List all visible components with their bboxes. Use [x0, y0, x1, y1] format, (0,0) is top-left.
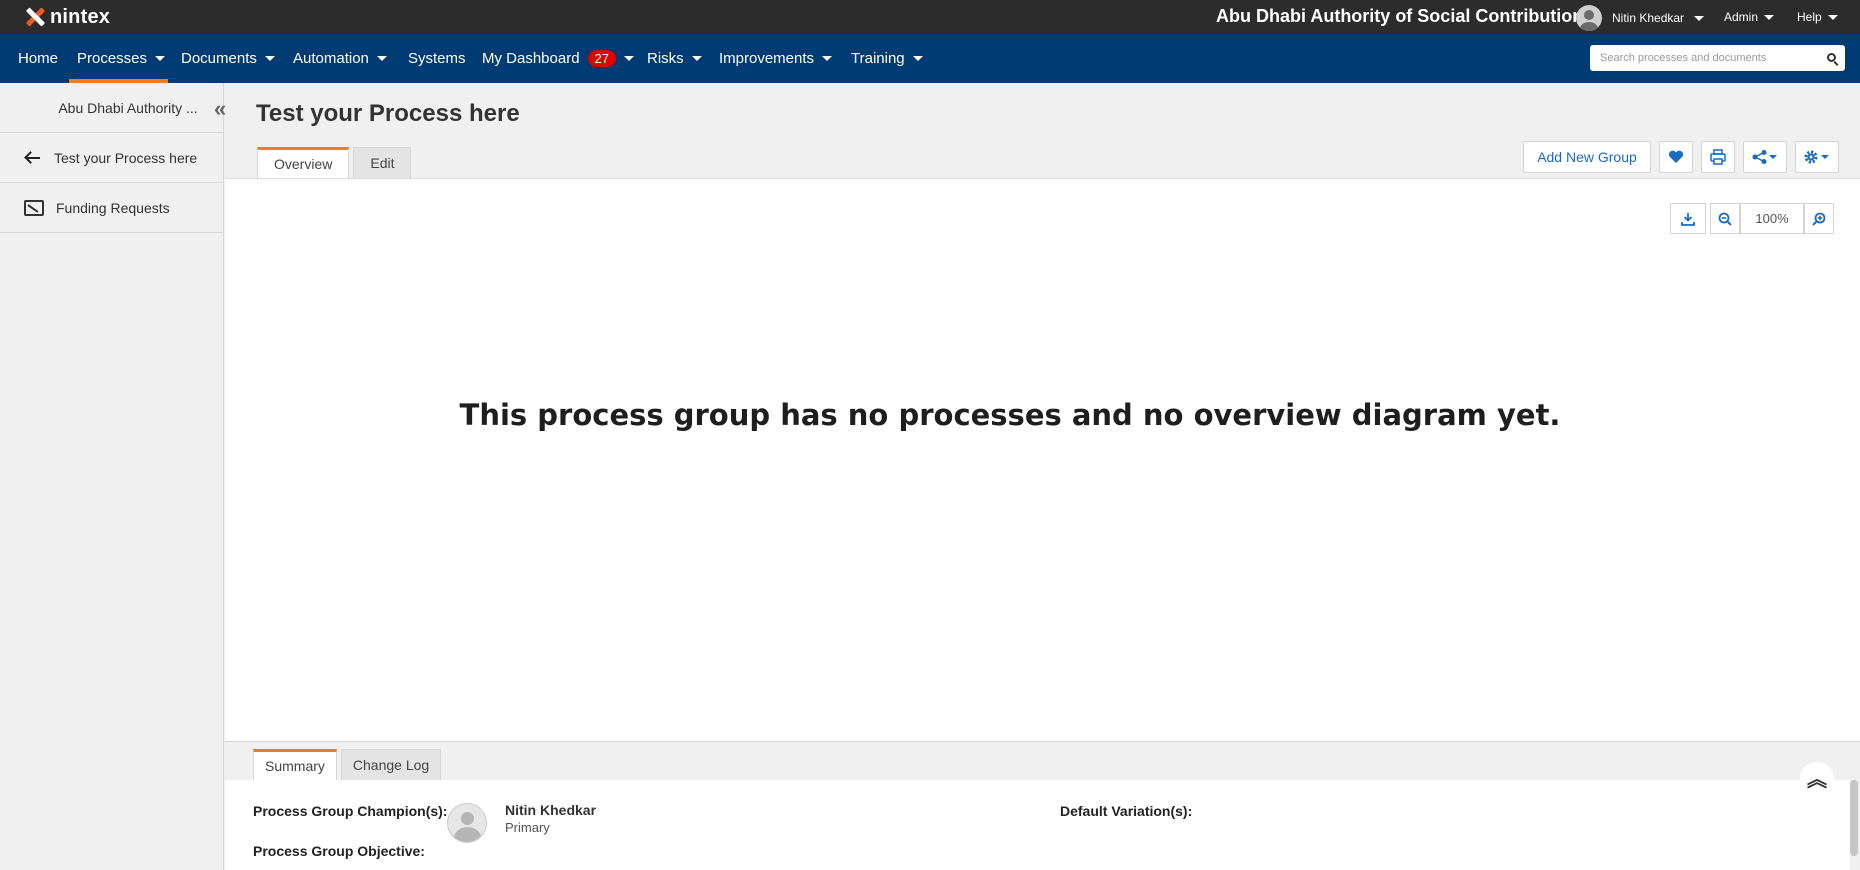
scrollbar[interactable]: [1850, 780, 1858, 856]
chevron-down-icon: [912, 56, 923, 61]
nav-label: Home: [18, 50, 59, 67]
search-icon[interactable]: [1827, 53, 1836, 62]
zoom-controls: 100%: [1670, 203, 1834, 234]
champion-label: Process Group Champion(s):: [253, 803, 448, 819]
sidebar-item-funding-requests[interactable]: Funding Requests: [0, 183, 224, 233]
sidebar-back-item[interactable]: Test your Process here: [0, 133, 224, 183]
help-label: Help: [1797, 10, 1822, 24]
nav-my-dashboard[interactable]: My Dashboard 27: [474, 34, 642, 83]
sidebar-item-label: Funding Requests: [56, 199, 170, 216]
zoom-level: 100%: [1740, 203, 1804, 234]
heart-icon: [1668, 150, 1684, 163]
tab-change-log[interactable]: Change Log: [340, 749, 442, 780]
main-tabs: Overview Edit: [257, 147, 412, 178]
page-toolbar: Add New Group: [1523, 141, 1839, 173]
nintex-logo[interactable]: nintex: [24, 4, 110, 30]
page-title: Test your Process here: [256, 100, 520, 127]
nav-label: Documents: [181, 50, 257, 67]
organization-title: Abu Dhabi Authority of Social Contributi…: [1216, 6, 1584, 26]
nav-label: Automation: [293, 50, 369, 67]
nav-home[interactable]: Home: [10, 34, 66, 83]
search-box: [1590, 45, 1845, 71]
nav-systems[interactable]: Systems: [400, 34, 474, 83]
chevron-down-icon: [691, 56, 702, 61]
sidebar: Abu Dhabi Authority ... Test your Proces…: [0, 83, 224, 870]
empty-state-message: This process group has no processes and …: [459, 398, 1561, 432]
arrow-left-icon: [24, 152, 40, 164]
gear-icon: [1804, 150, 1829, 164]
tab-overview[interactable]: Overview: [257, 147, 350, 178]
nav-improvements[interactable]: Improvements: [711, 34, 840, 83]
notification-badge: 27: [587, 50, 617, 67]
summary-tabs: Summary Change Log: [253, 749, 442, 780]
default-variation-label: Default Variation(s):: [1060, 803, 1193, 819]
champion-name[interactable]: Nitin Khedkar: [505, 802, 596, 818]
nav-label: My Dashboard: [482, 50, 580, 67]
nav-risks[interactable]: Risks: [639, 34, 710, 83]
tab-summary[interactable]: Summary: [253, 749, 337, 780]
download-icon: [1681, 212, 1695, 226]
chevron-down-icon: [624, 56, 635, 61]
chevron-down-icon: [1827, 14, 1838, 20]
nintex-x-icon: [24, 6, 46, 28]
chevron-down-icon: [264, 56, 275, 61]
chevron-down-icon: [1764, 14, 1775, 20]
chevron-down-icon: [822, 56, 833, 61]
champion-avatar: [447, 803, 487, 843]
objective-label: Process Group Objective:: [253, 843, 425, 859]
logo-text: nintex: [50, 5, 111, 28]
nav-label: Systems: [408, 50, 466, 67]
tab-edit[interactable]: Edit: [353, 147, 412, 178]
admin-menu[interactable]: Admin: [1724, 10, 1775, 24]
collapse-sidebar-icon[interactable]: «: [214, 96, 227, 122]
user-avatar-icon: [1576, 5, 1602, 31]
nav-documents[interactable]: Documents: [173, 34, 283, 83]
print-button[interactable]: [1701, 141, 1735, 173]
search-input[interactable]: [1600, 52, 1815, 64]
nav-label: Processes: [77, 50, 148, 67]
zoom-in-button[interactable]: [1804, 203, 1834, 234]
nav-label: Risks: [647, 50, 684, 67]
chevron-down-icon: [376, 56, 387, 61]
chevron-down-icon: [1694, 15, 1705, 21]
diagram-canvas[interactable]: [225, 178, 1860, 741]
admin-label: Admin: [1724, 10, 1759, 24]
nav-label: Training: [851, 50, 905, 67]
help-menu[interactable]: Help: [1797, 10, 1838, 24]
favorite-button[interactable]: [1659, 141, 1693, 173]
main-nav: Home Processes Documents Automation Syst…: [0, 34, 1860, 83]
download-button[interactable]: [1670, 203, 1706, 234]
nav-processes[interactable]: Processes: [69, 34, 168, 83]
sidebar-root-label: Abu Dhabi Authority ...: [58, 99, 198, 116]
share-icon: [1752, 150, 1777, 164]
zoom-in-icon: [1812, 212, 1826, 226]
expand-panel-icon[interactable]: ︽: [1800, 762, 1834, 792]
sidebar-root-item[interactable]: Abu Dhabi Authority ...: [0, 83, 224, 133]
print-icon: [1710, 149, 1726, 165]
zoom-out-button[interactable]: [1710, 203, 1740, 234]
share-button[interactable]: [1743, 141, 1787, 173]
sidebar-back-label: Test your Process here: [54, 149, 198, 166]
top-bar: nintex Abu Dhabi Authority of Social Con…: [0, 0, 1860, 34]
chevron-down-icon: [155, 56, 166, 61]
process-group-icon: [24, 199, 44, 216]
user-name: Nitin Khedkar: [1612, 11, 1685, 25]
zoom-out-icon: [1718, 212, 1732, 226]
nav-training[interactable]: Training: [843, 34, 931, 83]
add-new-group-button[interactable]: Add New Group: [1523, 141, 1651, 173]
champion-role: Primary: [505, 820, 550, 835]
nav-label: Improvements: [719, 50, 815, 67]
settings-button[interactable]: [1795, 141, 1839, 173]
user-menu[interactable]: Nitin Khedkar: [1576, 5, 1705, 31]
nav-automation[interactable]: Automation: [285, 34, 395, 83]
